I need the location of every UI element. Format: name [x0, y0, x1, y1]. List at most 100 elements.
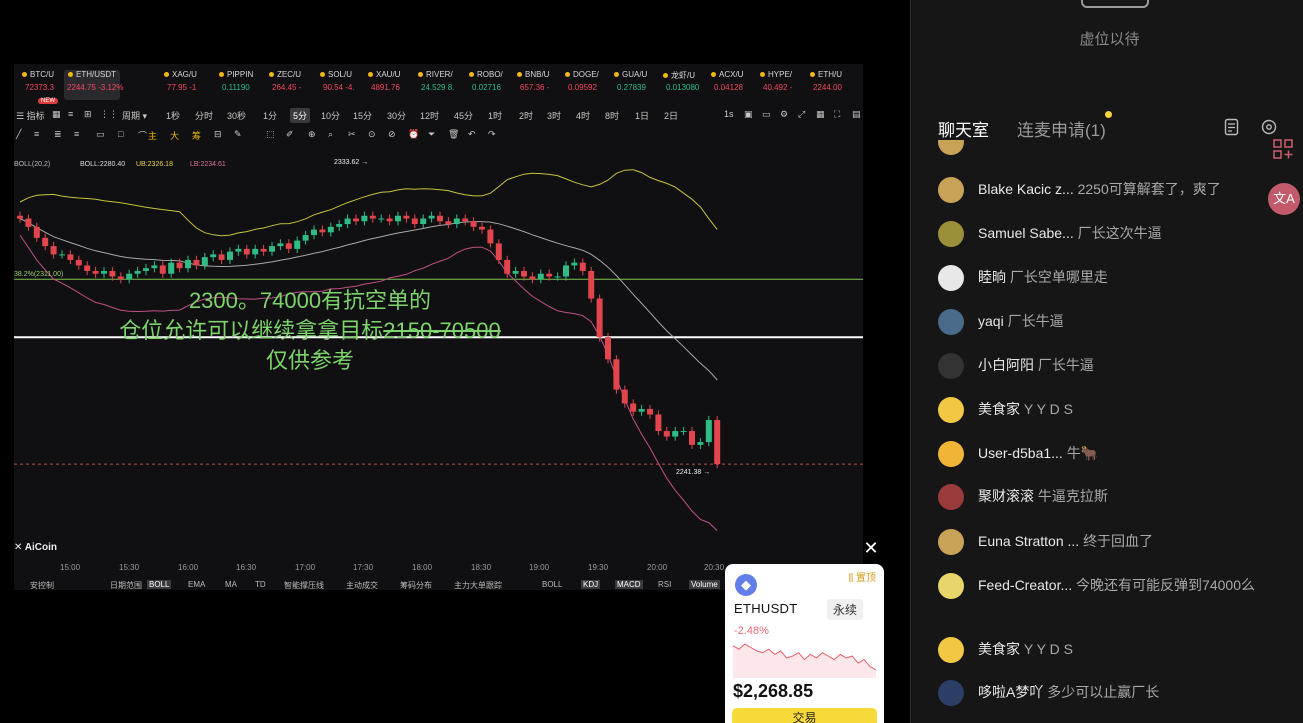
stream-video[interactable]: BTC/U 72373.3 ETH/USDT 2244.75 -3.12% XAG/U 7…	[14, 64, 863, 590]
user-avatar[interactable]	[938, 177, 964, 203]
timeframe-12时[interactable]: 12时	[420, 109, 439, 122]
timeframe-2日[interactable]: 2日	[664, 109, 678, 122]
indicator-日期范围[interactable]: 日期范围	[110, 580, 142, 590]
message-author[interactable]: 睦晌	[978, 269, 1006, 285]
timeframe-1时[interactable]: 1时	[488, 109, 502, 122]
user-avatar[interactable]	[938, 397, 964, 423]
message-author[interactable]: 聚财滚滚	[978, 488, 1034, 504]
user-avatar[interactable]	[938, 353, 964, 379]
camera-icon[interactable]: ▣	[744, 109, 753, 120]
timeframe-15分[interactable]: 15分	[353, 109, 372, 122]
indicator-volume[interactable]: Volume	[689, 580, 720, 589]
apps-plus-icon[interactable]	[1272, 138, 1294, 160]
alarm-icon[interactable]: ⏰	[408, 129, 419, 140]
user-avatar[interactable]	[938, 637, 964, 663]
message-author[interactable]: Feed-Creator...	[978, 577, 1072, 593]
timeframe-分时[interactable]: 分时	[195, 109, 213, 122]
message-author[interactable]: yaqi	[978, 313, 1004, 329]
chat-message-list[interactable]: Blake Kacic z... 2250可算解套了，爽了 Samuel Sabe…	[911, 140, 1271, 723]
message-author[interactable]: User-d5ba1...	[978, 445, 1063, 461]
timeframe-5分[interactable]: 5分	[290, 108, 311, 123]
message-author[interactable]: Blake Kacic z...	[978, 181, 1074, 197]
more-icon[interactable]: ▤	[852, 109, 861, 120]
chip-toggle[interactable]: 筹	[192, 129, 201, 142]
timeframe-1秒[interactable]: 1秒	[166, 109, 180, 122]
translate-icon[interactable]: 文A	[1268, 183, 1300, 215]
lock-draw-icon[interactable]: ✂	[348, 129, 356, 140]
ticker-12[interactable]: 龙虾/U 0.013080	[663, 70, 699, 100]
message-author[interactable]: 小白阿阳	[978, 357, 1034, 373]
stack-icon[interactable]: ≡	[68, 109, 73, 119]
user-avatar[interactable]	[938, 484, 964, 510]
tab-chat-room[interactable]: 聊天室	[938, 116, 989, 141]
settings-icon[interactable]	[1260, 118, 1278, 136]
pen-icon[interactable]: ✐	[286, 129, 294, 140]
ticker-15[interactable]: ETH/U 2244.00	[810, 70, 842, 100]
ticker-2[interactable]: XAG/U 77.95 -1	[164, 70, 197, 100]
ticker-7[interactable]: RIVER/24.529 8.	[418, 70, 454, 100]
user-avatar[interactable]	[938, 221, 964, 247]
ticker-1[interactable]: ETH/USDT 2244.75 -3.12%	[64, 70, 124, 100]
indicators-button[interactable]: ☰ 指标	[16, 109, 45, 122]
timeframe-45分[interactable]: 45分	[454, 109, 473, 122]
user-avatar[interactable]	[938, 573, 964, 599]
user-avatar[interactable]	[938, 529, 964, 555]
hline-tool-icon[interactable]: ≡	[34, 129, 39, 139]
tab-mic-requests[interactable]: 连麦申请(1)	[1017, 116, 1106, 141]
select-icon[interactable]: ⬚	[266, 129, 275, 140]
indicator-boll[interactable]: BOLL	[147, 580, 172, 589]
fib-tool-icon[interactable]: ≡	[74, 129, 79, 139]
message-author[interactable]: Euna Stratton ...	[978, 533, 1079, 549]
undo-icon[interactable]: ↶	[468, 129, 476, 140]
indicator-boll[interactable]: BOLL	[542, 580, 562, 589]
timeframe-30秒[interactable]: 30秒	[227, 109, 246, 122]
indicator-macd[interactable]: MACD	[615, 580, 643, 589]
indicator-主力大单跟踪[interactable]: 主力大单跟踪	[454, 580, 502, 590]
period-menu[interactable]: 周期 ▾	[122, 109, 147, 122]
user-avatar[interactable]	[938, 441, 964, 467]
chart-type-icon[interactable]: ⊞	[84, 109, 92, 120]
message-author[interactable]: 美食家	[978, 641, 1020, 657]
ticker-4[interactable]: ZEC/U 264.45 -	[269, 70, 301, 100]
large-toggle[interactable]: 大	[170, 129, 179, 142]
message-author[interactable]: 美食家	[978, 401, 1020, 417]
line-tool-icon[interactable]: ╱	[16, 129, 21, 140]
timeframe-8时[interactable]: 8时	[605, 109, 619, 122]
magnet-icon[interactable]: ⊕	[308, 129, 316, 140]
layout-icon[interactable]: ▦	[52, 109, 61, 120]
drag-icon[interactable]: ⋮⋮	[100, 109, 118, 120]
grid-icon[interactable]: ▦	[816, 109, 825, 120]
eye-icon[interactable]: ⊙	[368, 129, 376, 140]
trash-icon[interactable]: 🗑	[448, 129, 459, 140]
indicator-kdj[interactable]: KDJ	[581, 580, 601, 589]
user-avatar[interactable]	[938, 680, 964, 706]
indicator-rsi[interactable]: RSI	[658, 580, 671, 589]
ticker-11[interactable]: GUA/U 0.27839	[614, 70, 647, 100]
timeframe-10分[interactable]: 10分	[321, 109, 340, 122]
timeframe-3时[interactable]: 3时	[547, 109, 561, 122]
ticker-10[interactable]: DOGE/0.09592	[565, 70, 599, 100]
ticker-13[interactable]: ACX/U 0.04128	[711, 70, 743, 100]
timeframe-1分[interactable]: 1分	[263, 109, 277, 122]
ruler-icon[interactable]: ✎	[234, 129, 242, 140]
brush-tool-icon[interactable]: ⌒	[138, 129, 147, 142]
indicator-安控制[interactable]: 安控制	[30, 580, 54, 590]
trade-button[interactable]: 交易	[732, 708, 877, 723]
timeframe-2时[interactable]: 2时	[519, 109, 533, 122]
rect-tool-icon[interactable]: ▭	[96, 129, 105, 140]
ticker-0[interactable]: BTC/U 72373.3	[22, 70, 54, 100]
eth-product-card[interactable]: ◆ ⫼ 置顶 ETHUSDT 永续 -2.48% $2,268.85 交易	[725, 564, 884, 723]
indicator-ema[interactable]: EMA	[188, 580, 205, 589]
indicator-筹码分布[interactable]: 筹码分布	[400, 580, 432, 590]
message-author[interactable]: 哆啦A梦吖	[978, 684, 1043, 700]
message-author[interactable]: Samuel Sabe...	[978, 225, 1074, 241]
indicator-智能撑压线[interactable]: 智能撑压线	[284, 580, 324, 590]
scale-label[interactable]: 1s	[724, 109, 734, 119]
settings-small-icon[interactable]: ⚙	[780, 109, 788, 120]
ticker-6[interactable]: XAU/U 4891.76	[368, 70, 400, 100]
ticker-8[interactable]: ROBO/0.02716	[469, 70, 503, 100]
redo-icon[interactable]: ↷	[488, 129, 496, 140]
hide-icon[interactable]: ⊘	[388, 129, 396, 140]
ticker-3[interactable]: PIPPIN 0.11190	[219, 70, 253, 100]
channel-tool-icon[interactable]: ≣	[54, 129, 62, 140]
